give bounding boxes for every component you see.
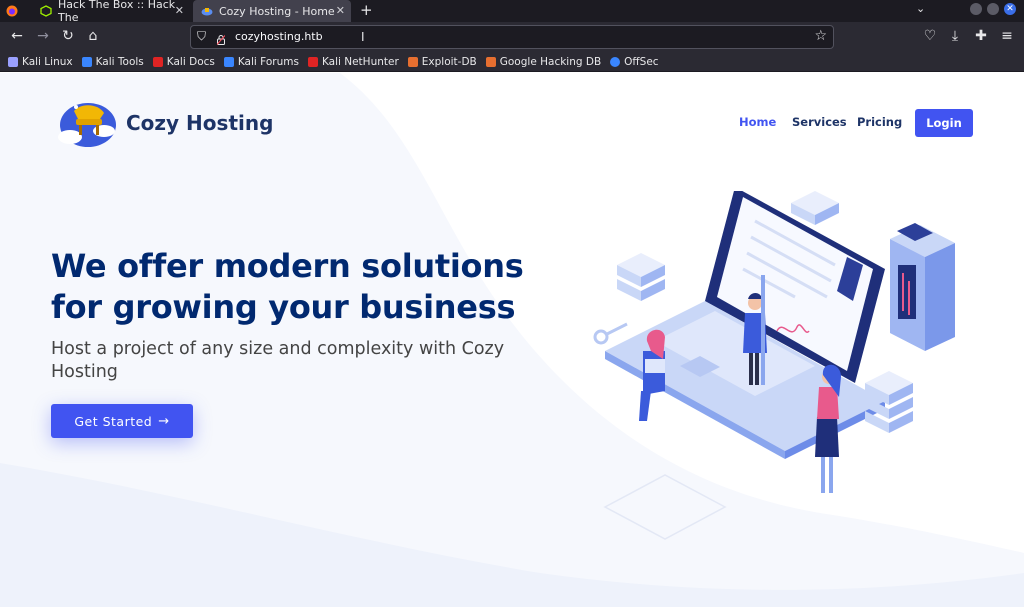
cozy-favicon-icon bbox=[201, 5, 213, 17]
web-page: Cozy Hosting Home Services Pricing Login… bbox=[0, 73, 1024, 607]
hero-headline: We offer modern solutions for growing yo… bbox=[51, 247, 524, 326]
kali-dragon-icon bbox=[8, 56, 18, 67]
kali-forums-icon bbox=[223, 56, 234, 67]
address-bar[interactable]: ⛉ cozyhosting.htb I ☆ bbox=[190, 25, 834, 49]
extensions-icon[interactable]: ✚ bbox=[972, 28, 990, 44]
hero-illustration bbox=[593, 191, 955, 540]
bookmark-kali-forums[interactable]: Kali Forums bbox=[223, 55, 299, 68]
chevron-down-icon[interactable]: ⌄ bbox=[916, 2, 925, 15]
bookmark-kali-linux[interactable]: Kali Linux bbox=[8, 56, 73, 68]
ghdb-icon bbox=[485, 56, 496, 67]
bookmark-label: OffSec bbox=[624, 55, 659, 68]
reload-icon[interactable]: ↻ bbox=[59, 28, 77, 44]
bookmark-kali-docs[interactable]: Kali Docs bbox=[152, 55, 215, 68]
tab-label: Cozy Hosting - Home bbox=[219, 4, 335, 18]
nav-pricing-link[interactable]: Pricing bbox=[857, 115, 902, 129]
close-tab-icon[interactable]: ✕ bbox=[336, 4, 345, 17]
home-icon[interactable]: ⌂ bbox=[84, 28, 102, 44]
browser-tab-bar: Hack The Box :: Hack The ✕ Cozy Hosting … bbox=[0, 0, 1024, 24]
bookmark-google-hacking-db[interactable]: Google Hacking DB bbox=[485, 55, 602, 68]
offsec-icon bbox=[610, 56, 621, 67]
nav-home-link[interactable]: Home bbox=[739, 115, 776, 129]
exploit-db-icon bbox=[407, 56, 418, 67]
firefox-menu-icon[interactable] bbox=[6, 0, 26, 22]
get-started-label: Get Started bbox=[74, 413, 153, 429]
bookmark-offsec[interactable]: OffSec bbox=[610, 55, 659, 68]
tab-cozy-hosting[interactable]: Cozy Hosting - Home ✕ bbox=[193, 0, 351, 22]
minimize-icon[interactable] bbox=[970, 3, 982, 15]
bookmarks-toolbar: Kali Linux Kali Tools Kali Docs Kali For… bbox=[0, 52, 1024, 72]
get-started-button[interactable]: Get Started → bbox=[51, 404, 193, 438]
browser-toolbar: ← → ↻ ⌂ ⛉ cozyhosting.htb I ☆ ♡ ⤓ ✚ ≡ bbox=[0, 22, 1024, 52]
back-icon[interactable]: ← bbox=[8, 28, 26, 44]
text-cursor-icon: I bbox=[361, 30, 365, 44]
brand-name: Cozy Hosting bbox=[126, 111, 274, 135]
bookmark-label: Kali Tools bbox=[95, 55, 144, 68]
app-menu-icon[interactable]: ≡ bbox=[998, 28, 1016, 44]
bookmark-label: Google Hacking DB bbox=[499, 55, 602, 68]
nav-services-link[interactable]: Services bbox=[792, 115, 847, 129]
forward-icon[interactable]: → bbox=[34, 28, 52, 44]
url-text[interactable]: cozyhosting.htb bbox=[235, 30, 323, 43]
bookmark-label: Kali NetHunter bbox=[321, 55, 399, 68]
site-logo[interactable]: Cozy Hosting bbox=[56, 97, 273, 149]
nethunter-icon bbox=[307, 56, 318, 67]
pocket-icon[interactable]: ♡ bbox=[921, 28, 939, 44]
bookmark-label: Kali Forums bbox=[237, 55, 299, 68]
tab-hack-the-box[interactable]: Hack The Box :: Hack The ✕ bbox=[32, 0, 190, 24]
bookmark-label: Kali Docs bbox=[166, 55, 215, 68]
kali-docs-icon bbox=[152, 56, 163, 67]
bookmark-kali-tools[interactable]: Kali Tools bbox=[81, 55, 144, 68]
htb-cube-icon bbox=[40, 5, 52, 17]
insecure-lock-icon[interactable] bbox=[216, 30, 226, 45]
maximize-icon[interactable] bbox=[987, 3, 999, 15]
downloads-icon[interactable]: ⤓ bbox=[946, 28, 964, 44]
arrow-right-icon: → bbox=[158, 413, 170, 429]
shield-icon[interactable]: ⛉ bbox=[197, 29, 206, 44]
login-button[interactable]: Login bbox=[915, 109, 973, 137]
cozy-chair-cloud-icon bbox=[58, 103, 116, 147]
bookmark-label: Kali Linux bbox=[22, 55, 73, 68]
kali-tools-icon bbox=[81, 56, 92, 67]
close-window-icon[interactable]: ✕ bbox=[1004, 3, 1016, 15]
tab-label: Hack The Box :: Hack The bbox=[58, 0, 176, 24]
plus-icon[interactable]: + bbox=[360, 1, 373, 19]
bookmark-star-icon[interactable]: ☆ bbox=[814, 28, 827, 44]
bookmark-exploit-db[interactable]: Exploit-DB bbox=[407, 55, 477, 68]
bookmark-label: Exploit-DB bbox=[421, 55, 477, 68]
close-tab-icon[interactable]: ✕ bbox=[175, 4, 184, 17]
bookmark-kali-nethunter[interactable]: Kali NetHunter bbox=[307, 55, 399, 68]
hero-subline: Host a project of any size and complexit… bbox=[51, 339, 505, 382]
